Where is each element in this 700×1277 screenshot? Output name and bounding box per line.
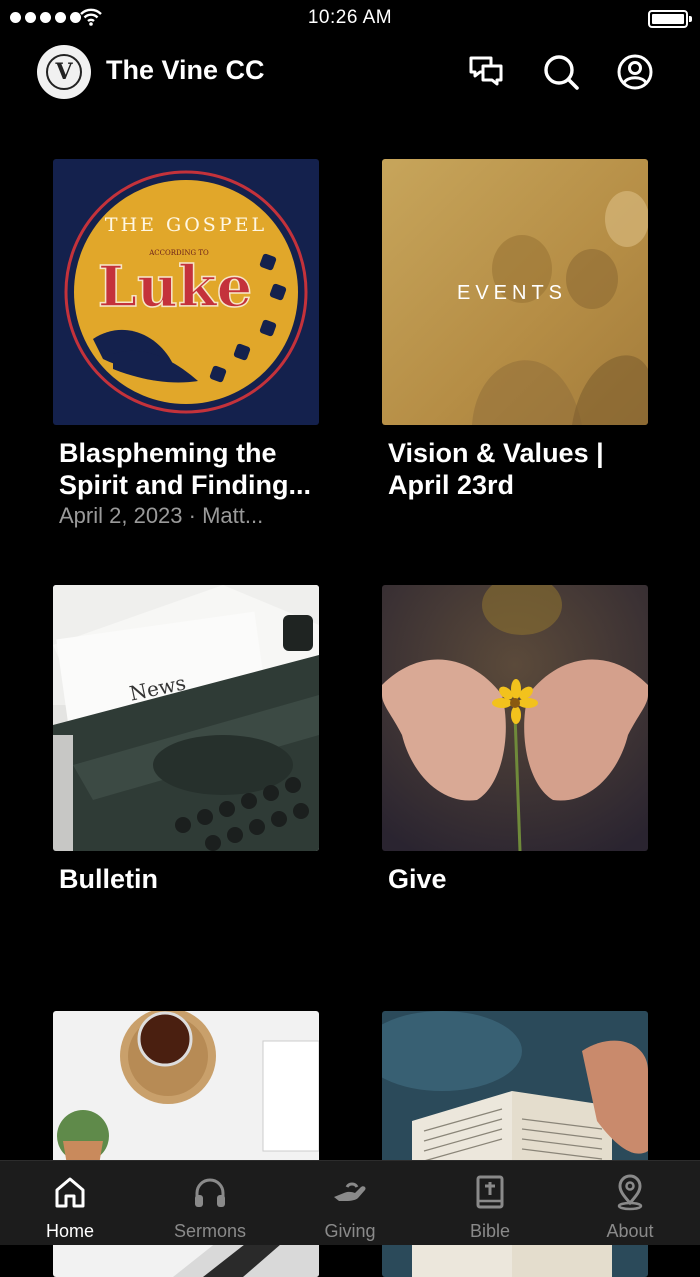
headphones-icon [195, 1178, 225, 1207]
tab-sermons[interactable]: Sermons [140, 1161, 280, 1245]
card-title: Vision & Values | April 23rd [388, 438, 604, 500]
tab-about[interactable]: About [560, 1161, 700, 1245]
card-title: Give [388, 864, 447, 894]
account-icon[interactable] [615, 52, 655, 92]
sermon-series-artwork: THE GOSPEL ACCORDING TO Luke [53, 159, 319, 425]
card-title: Bulletin [59, 864, 158, 894]
logo-letter: V [46, 54, 82, 90]
typewriter-image: News [53, 585, 319, 851]
tab-label: About [606, 1221, 654, 1241]
tab-label: Home [45, 1221, 94, 1241]
events-overlay-text: EVENTS [457, 282, 567, 304]
events-image: EVENTS [382, 159, 648, 425]
tab-label: Bible [469, 1221, 511, 1241]
status-time: 10:26 AM [307, 7, 393, 28]
bottom-tab-bar: Home Sermons Giving Bible About [0, 1160, 700, 1245]
giving-icon [334, 1182, 366, 1201]
tab-label: Giving [324, 1221, 376, 1241]
church-logo[interactable]: V [37, 45, 91, 99]
home-icon [55, 1177, 85, 1208]
tab-bible[interactable]: Bible [420, 1161, 560, 1245]
status-bar: 10:26 AM [0, 0, 700, 36]
tab-home[interactable]: Home [0, 1161, 140, 1245]
art-big: Luke [98, 254, 253, 320]
hands-flower-image [382, 585, 648, 851]
chat-icon[interactable] [466, 52, 506, 92]
bible-icon [476, 1175, 504, 1209]
tab-giving[interactable]: Giving [280, 1161, 420, 1245]
app-title: The Vine CC [106, 55, 265, 85]
art-kicker: THE GOSPEL [105, 214, 267, 236]
card-title: Blaspheming the Spirit and Finding... [59, 438, 311, 500]
battery-icon [648, 10, 692, 28]
app-header: V The Vine CC [0, 40, 700, 104]
location-pin-icon [617, 1174, 643, 1211]
search-icon[interactable] [541, 52, 581, 92]
card-subtitle: April 2, 2023 · Matt... [59, 503, 264, 528]
tab-label: Sermons [173, 1221, 247, 1241]
